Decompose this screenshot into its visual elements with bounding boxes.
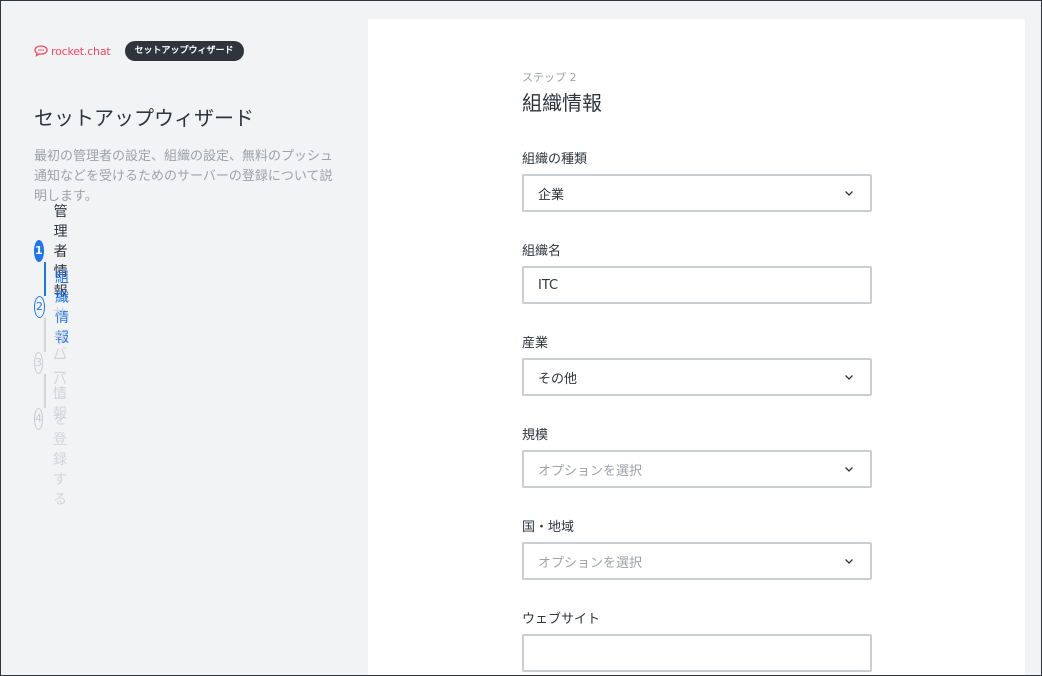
form-panel: ステップ 2 組織情報 組織の種類 企業 組織名 産業 その他 規模 オプション… <box>368 19 1025 675</box>
country-placeholder: オプションを選択 <box>538 555 643 571</box>
logo-text: rocket.chat <box>51 44 111 58</box>
step-number: 4 <box>34 408 43 430</box>
step-connector <box>44 374 46 408</box>
size-label: 規模 <box>522 428 549 443</box>
industry-value: その他 <box>538 371 578 387</box>
step-label: サーバーを登録する <box>53 332 67 508</box>
country-select[interactable]: オプションを選択 <box>522 542 872 580</box>
sidebar-description: 最初の管理者の設定、組織の設定、無料のプッシュ通知などを受けるためのサーバーの登… <box>34 149 334 204</box>
size-select[interactable]: オプションを選択 <box>522 450 872 488</box>
industry-select[interactable]: その他 <box>522 358 872 396</box>
brand-header: rocket.chat セットアップウィザード <box>34 41 244 61</box>
step-indicator: ステップ 2 <box>522 71 577 84</box>
wizard-tag: セットアップウィザード <box>124 41 244 61</box>
chevron-down-icon <box>845 467 853 472</box>
country-label: 国・地域 <box>522 520 575 535</box>
step-connector <box>44 262 46 296</box>
step-number: 1 <box>34 240 44 262</box>
step-item-register-server: 4 サーバーを登録する <box>34 332 80 508</box>
website-input[interactable] <box>522 634 872 672</box>
org-type-label: 組織の種類 <box>522 152 588 167</box>
industry-label: 産業 <box>522 336 549 351</box>
form-title: 組織情報 <box>522 91 602 115</box>
step-number: 3 <box>34 352 43 374</box>
step-number: 2 <box>34 296 45 318</box>
rocketchat-logo: rocket.chat <box>34 45 111 58</box>
step-connector <box>44 318 46 352</box>
step-item-admin-info: 1 管理者情報 <box>34 204 80 300</box>
size-placeholder: オプションを選択 <box>538 463 643 479</box>
setup-wizard-window: rocket.chat セットアップウィザード セットアップウィザード 最初の管… <box>0 0 1042 676</box>
org-name-input[interactable] <box>522 266 872 304</box>
org-name-label: 組織名 <box>522 244 562 259</box>
chevron-down-icon <box>845 191 853 196</box>
sidebar-title: セットアップウィザード <box>34 106 254 130</box>
website-label: ウェブサイト <box>522 612 601 627</box>
org-type-select[interactable]: 企業 <box>522 174 872 212</box>
chevron-down-icon <box>845 375 853 380</box>
chevron-down-icon <box>845 559 853 564</box>
chat-bubble-icon <box>34 45 48 57</box>
org-type-value: 企業 <box>538 187 565 203</box>
sidebar: rocket.chat セットアップウィザード セットアップウィザード 最初の管… <box>1 1 368 675</box>
